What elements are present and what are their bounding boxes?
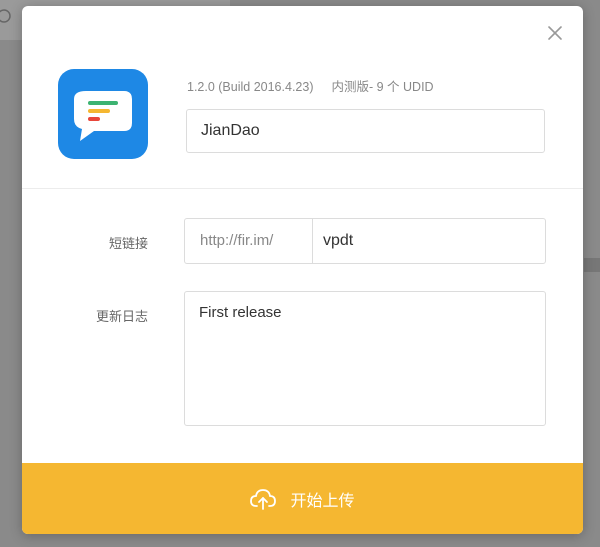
app-name-input[interactable]: JianDao bbox=[186, 109, 545, 153]
app-name-value: JianDao bbox=[201, 122, 260, 139]
chat-bubble-icon bbox=[74, 91, 132, 141]
short-link-prefix: http://fir.im/ bbox=[185, 219, 313, 263]
upload-dialog: 1.2.0 (Build 2016.4.23) 内测版- 9 个 UDID Jia… bbox=[22, 6, 583, 534]
app-icon bbox=[58, 69, 148, 159]
build-version: 1.2.0 (Build 2016.4.23) bbox=[187, 80, 314, 94]
cloud-upload-icon bbox=[250, 488, 277, 510]
changelog-textarea[interactable]: First release bbox=[184, 291, 546, 426]
start-upload-button[interactable]: 开始上传 bbox=[22, 463, 583, 534]
version-info: 1.2.0 (Build 2016.4.23) 内测版- 9 个 UDID bbox=[187, 76, 434, 95]
distribution-info: 内测版- 9 个 UDID bbox=[331, 80, 434, 94]
short-link-input[interactable] bbox=[313, 219, 545, 263]
short-link-field: http://fir.im/ bbox=[184, 218, 546, 264]
close-icon[interactable] bbox=[546, 24, 564, 42]
section-divider bbox=[22, 188, 583, 189]
short-link-label: 短链接 bbox=[108, 236, 148, 251]
background-element bbox=[584, 258, 600, 272]
changelog-label: 更新日志 bbox=[95, 309, 148, 324]
background-search-icon bbox=[0, 9, 11, 23]
start-upload-label: 开始上传 bbox=[290, 492, 355, 510]
